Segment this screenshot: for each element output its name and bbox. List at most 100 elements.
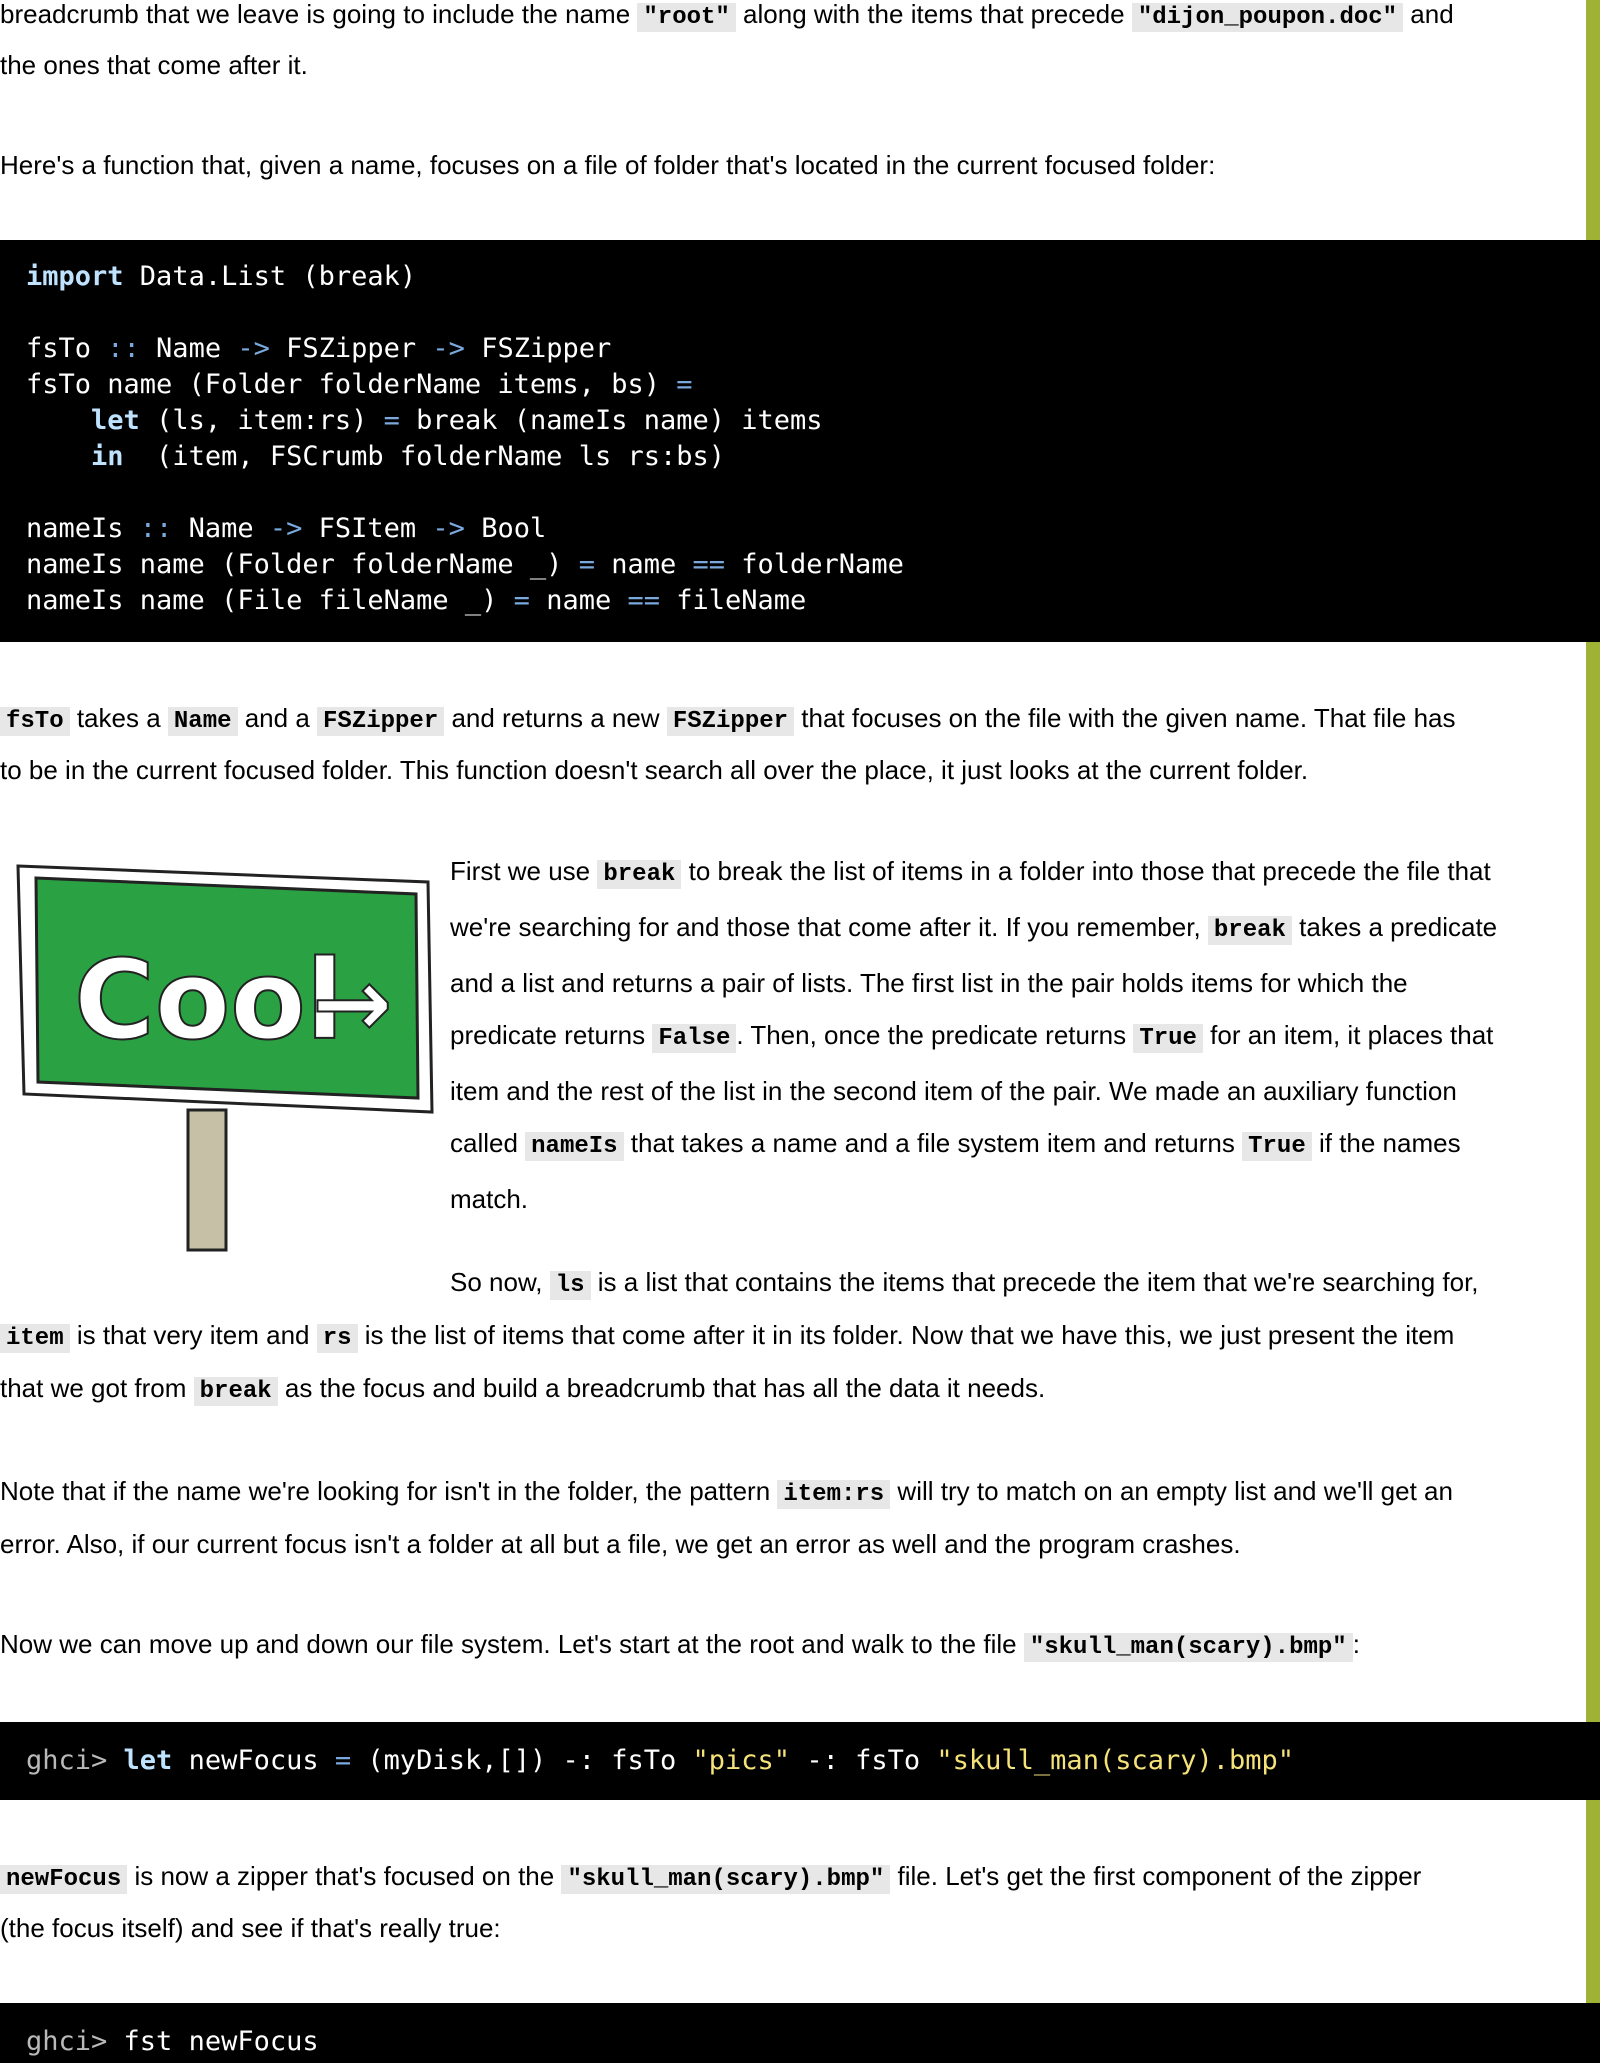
paragraph-fsTo-1: fsTo takes a Name and a FSZipper and ret…: [0, 692, 1456, 748]
code-line: import Data.List (break): [0, 259, 1600, 295]
sign-post: [186, 1108, 228, 1252]
code-operator: =: [578, 549, 595, 580]
code-line: nameIs :: Name -> FSItem -> Bool: [0, 511, 1600, 547]
text-span: and a list and returns a pair of lists. …: [450, 968, 1408, 998]
inline-code: break: [193, 1377, 278, 1406]
text-span: that takes a name and a file system item…: [623, 1128, 1243, 1158]
text-span: if the names: [1311, 1128, 1461, 1158]
paragraph-so-now-2: item is that very item and rs is the lis…: [0, 1309, 1454, 1365]
paragraph-line: match.: [450, 1173, 1497, 1225]
text-span: the ones that come after it.: [0, 50, 308, 80]
code-keyword: in: [91, 441, 124, 472]
inline-code: break: [1207, 916, 1292, 945]
code-operator: ->: [432, 333, 465, 364]
code-token: break (nameIs name) items: [399, 405, 823, 436]
code-prompt: ghci>: [26, 1745, 124, 1776]
paragraph-so-now-1: So now, ls is a list that contains the i…: [450, 1256, 1479, 1312]
paragraph-fsTo-2: to be in the current focused folder. Thi…: [0, 744, 1308, 796]
text-span: :: [1352, 1629, 1360, 1659]
code-token: FSZipper: [269, 333, 433, 364]
code-token: nameIs name (File fileName _): [26, 585, 514, 616]
inline-code: nameIs: [525, 1132, 624, 1161]
code-token: fsTo: [26, 333, 108, 364]
code-block-ghci-fst: ghci> fst newFocus: [0, 2003, 1600, 2063]
inline-code: FSZipper: [317, 707, 445, 736]
text-span: Now we can move up and down our file sys…: [0, 1629, 1024, 1659]
code-keyword: let: [91, 405, 140, 436]
code-operator: =: [676, 369, 693, 400]
inline-code: FSZipper: [666, 707, 795, 736]
inline-code: "dijon_poupon.doc": [1131, 3, 1404, 32]
code-operator: ==: [627, 585, 660, 616]
code-prompt: ghci>: [26, 2026, 124, 2057]
inline-code: fsTo: [0, 707, 70, 736]
text-span: is that very item and: [69, 1320, 317, 1350]
code-token: -: fsTo: [790, 1745, 937, 1776]
text-span: Note that if the name we're looking for …: [0, 1476, 778, 1506]
inline-code: False: [652, 1024, 737, 1053]
code-token: FSItem: [302, 513, 433, 544]
code-block-fsTo: import Data.List (break)fsTo :: Name -> …: [0, 240, 1600, 642]
code-keyword: import: [26, 261, 124, 292]
code-operator: ::: [107, 333, 140, 364]
code-token: nameIs: [26, 513, 140, 544]
code-token: (ls, item:rs): [139, 405, 384, 436]
text-span: match.: [450, 1184, 529, 1214]
paragraph-break: First we use break to break the list of …: [450, 845, 1497, 1225]
code-line: in (item, FSCrumb folderName ls rs:bs): [0, 439, 1600, 475]
paragraph-line: First we use break to break the list of …: [450, 845, 1497, 901]
paragraph-line: predicate returns False. Then, once the …: [450, 1009, 1497, 1065]
code-line: fsTo :: Name -> FSZipper -> FSZipper: [0, 331, 1600, 367]
paragraph-newfocus-2: (the focus itself) and see if that's rea…: [0, 1902, 501, 1954]
text-span: error. Also, if our current focus isn't …: [0, 1529, 1241, 1559]
paragraph-function-intro: Here's a function that, given a name, fo…: [0, 139, 1215, 191]
code-token: Data.List (break): [123, 261, 417, 292]
code-operator: =: [513, 585, 530, 616]
code-token: (item, FSCrumb folderName ls rs:bs): [123, 441, 725, 472]
code-line: fsTo name (Folder folderName items, bs) …: [0, 367, 1600, 403]
inline-code: newFocus: [0, 1865, 128, 1894]
code-token: nameIs name (Folder folderName _): [26, 549, 579, 580]
paragraph-note-2: error. Also, if our current focus isn't …: [0, 1518, 1241, 1570]
arrow-right-icon: →: [312, 947, 392, 1059]
code-line: let (ls, item:rs) = break (nameIs name) …: [0, 403, 1600, 439]
text-span: So now,: [450, 1267, 550, 1297]
text-span: is a list that contains the items that p…: [590, 1267, 1479, 1297]
code-token: FSZipper: [464, 333, 612, 364]
code-line: ghci> fst newFocus: [0, 2024, 1600, 2060]
code-token: fileName: [660, 585, 807, 616]
text-span: takes a predicate: [1291, 912, 1498, 942]
text-span: takes a: [69, 703, 168, 733]
text-span: to break the list of items in a folder i…: [681, 856, 1491, 886]
code-line: nameIs name (Folder folderName _) = name…: [0, 547, 1600, 583]
inline-code: "skull_man(scary).bmp": [561, 1865, 891, 1894]
text-span: will try to match on an empty list and w…: [890, 1476, 1453, 1506]
text-span: First we use: [450, 856, 598, 886]
text-span: and returns a new: [444, 703, 667, 733]
code-block-ghci-let: ghci> let newFocus = (myDisk,[]) -: fsTo…: [0, 1722, 1600, 1800]
code-keyword: let: [123, 1745, 173, 1776]
paragraph-breadcrumb: breadcrumb that we leave is going to inc…: [0, 0, 1454, 44]
code-token: name: [529, 585, 628, 616]
text-span: file. Let's get the first component of t…: [890, 1861, 1422, 1891]
paragraph-breadcrumb-cont: the ones that come after it.: [0, 39, 308, 91]
code-token: folderName: [725, 549, 904, 580]
inline-code: Name: [167, 707, 238, 736]
inline-code: "skull_man(scary).bmp": [1023, 1633, 1353, 1662]
code-string: "pics": [692, 1745, 791, 1776]
sign-text: Cool: [74, 936, 344, 1064]
text-span: breadcrumb that we leave is going to inc…: [0, 0, 638, 29]
inline-code: item:rs: [777, 1480, 891, 1509]
text-span: for an item, it places that: [1202, 1020, 1494, 1050]
code-operator: =: [383, 405, 400, 436]
text-span: that we got from: [0, 1373, 194, 1403]
code-token: Bool: [464, 513, 547, 544]
cool-sign-image: Cool →: [16, 864, 434, 1252]
text-span: we're searching for and those that come …: [450, 912, 1208, 942]
text-span: is the list of items that come after it …: [357, 1320, 1455, 1350]
inline-code: item: [0, 1324, 70, 1353]
paragraph-so-now-3: that we got from break as the focus and …: [0, 1362, 1045, 1418]
text-span: predicate returns: [450, 1020, 653, 1050]
text-span: (the focus itself) and see if that's rea…: [0, 1913, 501, 1943]
code-operator: ==: [692, 549, 726, 580]
